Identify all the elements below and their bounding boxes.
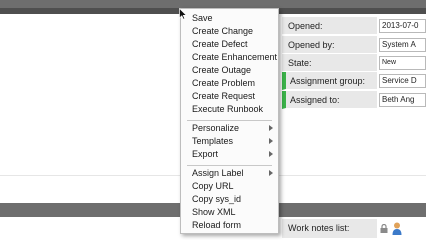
form-fields: Opened: 2013-07-0 Opened by: System A St… xyxy=(282,14,426,114)
menu-item-create-outage[interactable]: Create Outage xyxy=(181,64,278,77)
menu-item-copy-sys-id[interactable]: Copy sys_id xyxy=(181,193,278,206)
state-select[interactable]: New xyxy=(379,56,426,70)
menu-item-assign-label[interactable]: Assign Label xyxy=(181,167,278,180)
work-notes-label: Work notes list: xyxy=(282,219,377,238)
menu-item-label: Personalize xyxy=(192,123,240,133)
form-left-panel xyxy=(0,14,178,174)
field-label: Opened: xyxy=(282,17,377,35)
lock-icon[interactable] xyxy=(380,224,388,233)
menu-item-create-request[interactable]: Create Request xyxy=(181,90,278,103)
field-assigned-to: Assigned to: Beth Ang xyxy=(282,91,426,109)
chevron-right-icon xyxy=(269,170,273,176)
menu-item-export[interactable]: Export xyxy=(181,148,278,161)
menu-item-execute-runbook[interactable]: Execute Runbook xyxy=(181,103,278,116)
menu-item-create-change[interactable]: Create Change xyxy=(181,25,278,38)
menu-item-copy-url[interactable]: Copy URL xyxy=(181,180,278,193)
menu-item-reload-form[interactable]: Reload form xyxy=(181,219,278,232)
menu-item-label: Export xyxy=(192,149,219,159)
menu-item-save[interactable]: Save xyxy=(181,12,278,25)
field-assignment-group: Assignment group: Service D xyxy=(282,72,426,90)
assigned-to-input[interactable]: Beth Ang xyxy=(379,93,426,107)
chevron-right-icon xyxy=(269,125,273,131)
field-opened-by: Opened by: System A xyxy=(282,36,426,54)
field-label: Assignment group: xyxy=(282,72,377,90)
top-header-bar xyxy=(0,0,426,8)
menu-item-templates[interactable]: Templates xyxy=(181,135,278,148)
menu-separator xyxy=(187,165,272,166)
field-label: Assigned to: xyxy=(282,91,377,109)
menu-item-create-problem[interactable]: Create Problem xyxy=(181,77,278,90)
menu-item-label: Assign Label xyxy=(192,168,244,178)
field-label: Opened by: xyxy=(282,36,377,54)
chevron-right-icon xyxy=(269,138,273,144)
menu-item-create-defect[interactable]: Create Defect xyxy=(181,38,278,51)
work-notes-row: Work notes list: xyxy=(282,219,426,240)
field-opened: Opened: 2013-07-0 xyxy=(282,17,426,35)
user-icon[interactable] xyxy=(392,222,402,235)
assignment-group-input[interactable]: Service D xyxy=(379,74,426,88)
context-menu: Save Create Change Create Defect Create … xyxy=(180,8,279,234)
menu-item-label: Templates xyxy=(192,136,234,146)
screen: Opened: 2013-07-0 Opened by: System A St… xyxy=(0,0,426,240)
menu-item-show-xml[interactable]: Show XML xyxy=(181,206,278,219)
field-label: State: xyxy=(282,54,377,72)
menu-separator xyxy=(187,120,272,121)
menu-item-personalize[interactable]: Personalize xyxy=(181,122,278,135)
menu-item-create-enhancement[interactable]: Create Enhancement xyxy=(181,51,278,64)
chevron-right-icon xyxy=(269,151,273,157)
field-state: State: New xyxy=(282,54,426,72)
opened-by-input[interactable]: System A xyxy=(379,38,426,52)
mouse-pointer-icon xyxy=(179,8,187,20)
opened-input[interactable]: 2013-07-0 xyxy=(379,19,426,33)
